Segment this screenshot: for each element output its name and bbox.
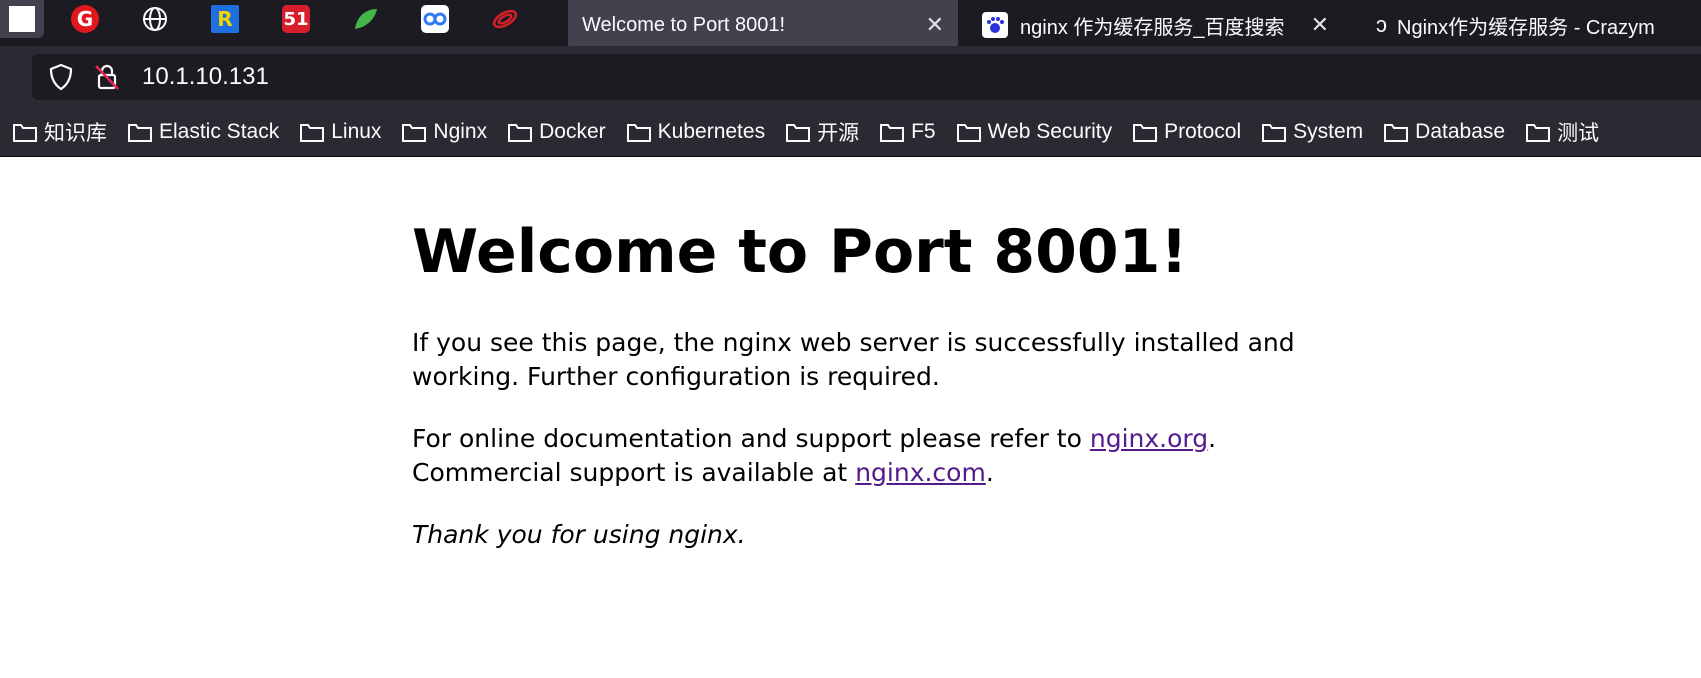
bookmark-folder[interactable]: Web Security bbox=[956, 120, 1113, 144]
tab-bar: G R 51 Welcome to Port 8001! ✕ nginx 作为缓… bbox=[0, 0, 1701, 50]
nginx-org-link[interactable]: nginx.org bbox=[1090, 424, 1208, 453]
pinned-tab-swirl[interactable] bbox=[482, 0, 528, 38]
nav-bar: 10.1.10.131 bbox=[0, 46, 1701, 108]
bookmark-folder[interactable]: Elastic Stack bbox=[127, 120, 279, 144]
folder-icon bbox=[128, 124, 152, 142]
bookmark-label: Database bbox=[1415, 120, 1506, 143]
bookmark-folder[interactable]: 知识库 bbox=[12, 117, 107, 147]
thanks-paragraph: Thank you for using nginx. bbox=[412, 518, 1312, 552]
thanks-text: Thank you for using nginx. bbox=[412, 520, 746, 549]
tab-crazym[interactable]: ↄ Nginx作为缓存服务 - Crazym bbox=[1362, 0, 1701, 50]
bookmark-folder[interactable]: Docker bbox=[507, 120, 606, 144]
bookmark-label: 开源 bbox=[817, 122, 860, 145]
docs-text: For online documentation and support ple… bbox=[412, 424, 1082, 453]
folder-icon bbox=[1384, 124, 1409, 142]
address-bar[interactable]: 10.1.10.131 bbox=[32, 54, 1701, 100]
pinned-tab-leaf[interactable] bbox=[342, 0, 388, 38]
close-icon[interactable]: ✕ bbox=[926, 12, 944, 38]
pinned-tab-1[interactable] bbox=[0, 0, 44, 38]
globe-icon bbox=[143, 7, 167, 31]
bookmark-label: Docker bbox=[539, 120, 606, 143]
leaf-icon bbox=[355, 9, 377, 29]
swirl-icon bbox=[492, 9, 518, 29]
support-paragraph: For online documentation and support ple… bbox=[412, 424, 1217, 487]
folder-icon bbox=[1526, 124, 1551, 142]
tab-baidu[interactable]: nginx 作为缓存服务_百度搜索 ✕ bbox=[968, 0, 1343, 50]
pinned-tab-51[interactable]: 51 bbox=[273, 0, 319, 38]
51-logo-icon: 51 bbox=[282, 5, 310, 33]
bookmark-label: Linux bbox=[331, 120, 382, 143]
folder-icon bbox=[956, 124, 981, 142]
intro-paragraph: If you see this page, the nginx web serv… bbox=[412, 328, 1295, 391]
r-logo-icon: R bbox=[211, 5, 239, 33]
bookmark-label: Nginx bbox=[433, 120, 488, 143]
baidu-paw-icon bbox=[982, 12, 1008, 38]
g-logo-icon: G bbox=[71, 5, 99, 33]
bookmark-folder[interactable]: Protocol bbox=[1132, 120, 1241, 144]
bookmark-label: 知识库 bbox=[44, 122, 107, 145]
folder-icon bbox=[13, 124, 37, 142]
bookmark-label: 测试 bbox=[1557, 122, 1600, 145]
browser-chrome: G R 51 Welcome to Port 8001! ✕ nginx 作为缓… bbox=[0, 0, 1701, 157]
bookmarks-toolbar: 知识库 Elastic Stack Linux Nginx Docker Kub… bbox=[0, 108, 1701, 157]
bookmark-label: F5 bbox=[911, 120, 936, 143]
folder-icon bbox=[880, 124, 905, 142]
bookmark-label: Protocol bbox=[1164, 120, 1242, 143]
folder-icon bbox=[508, 124, 533, 142]
commercial-text: Commercial support is available at bbox=[412, 458, 848, 487]
folder-icon bbox=[402, 124, 427, 142]
bookmark-label: System bbox=[1293, 120, 1364, 143]
shield-icon[interactable] bbox=[46, 62, 76, 92]
folder-icon bbox=[1262, 124, 1287, 142]
page-icon bbox=[9, 6, 35, 32]
page-content: Welcome to Port 8001! If you see this pa… bbox=[412, 196, 1312, 580]
bookmark-folder[interactable]: Nginx bbox=[401, 120, 487, 144]
tab-title: nginx 作为缓存服务_百度搜索 bbox=[1020, 16, 1285, 39]
site-icon: ↄ bbox=[1376, 12, 1387, 37]
tab-active[interactable]: Welcome to Port 8001! ✕ bbox=[568, 0, 958, 50]
bookmark-folder[interactable]: F5 bbox=[879, 120, 936, 144]
bookmark-label: Elastic Stack bbox=[159, 120, 280, 143]
pinned-tab-g[interactable]: G bbox=[62, 0, 108, 38]
bookmark-label: Kubernetes bbox=[657, 120, 766, 143]
bookmark-folder[interactable]: 开源 bbox=[785, 117, 859, 147]
bookmark-label: Web Security bbox=[987, 120, 1113, 143]
bookmark-folder[interactable]: Database bbox=[1383, 120, 1505, 144]
folder-icon bbox=[786, 124, 811, 142]
pinned-tab-r[interactable]: R bbox=[202, 0, 248, 38]
tab-title: Welcome to Port 8001! bbox=[582, 13, 786, 36]
bookmark-folder[interactable]: Linux bbox=[299, 120, 381, 144]
bookmark-folder[interactable]: Kubernetes bbox=[626, 120, 765, 144]
tab-title: Nginx作为缓存服务 - Crazym bbox=[1397, 16, 1655, 39]
page-heading: Welcome to Port 8001! bbox=[412, 217, 1188, 287]
close-icon[interactable]: ✕ bbox=[1311, 12, 1329, 38]
pinned-tab-globe[interactable] bbox=[132, 0, 178, 38]
folder-icon bbox=[626, 124, 651, 142]
url-text[interactable]: 10.1.10.131 bbox=[142, 63, 269, 91]
pinned-tab-cloud[interactable] bbox=[412, 0, 458, 38]
folder-icon bbox=[300, 124, 325, 142]
folder-icon bbox=[1133, 124, 1158, 142]
nginx-com-link[interactable]: nginx.com bbox=[855, 458, 986, 487]
bookmark-folder[interactable]: System bbox=[1261, 120, 1363, 144]
insecure-lock-icon[interactable] bbox=[92, 62, 122, 92]
bookmark-folder[interactable]: 测试 bbox=[1525, 117, 1599, 147]
baidu-cloud-icon bbox=[421, 5, 449, 33]
